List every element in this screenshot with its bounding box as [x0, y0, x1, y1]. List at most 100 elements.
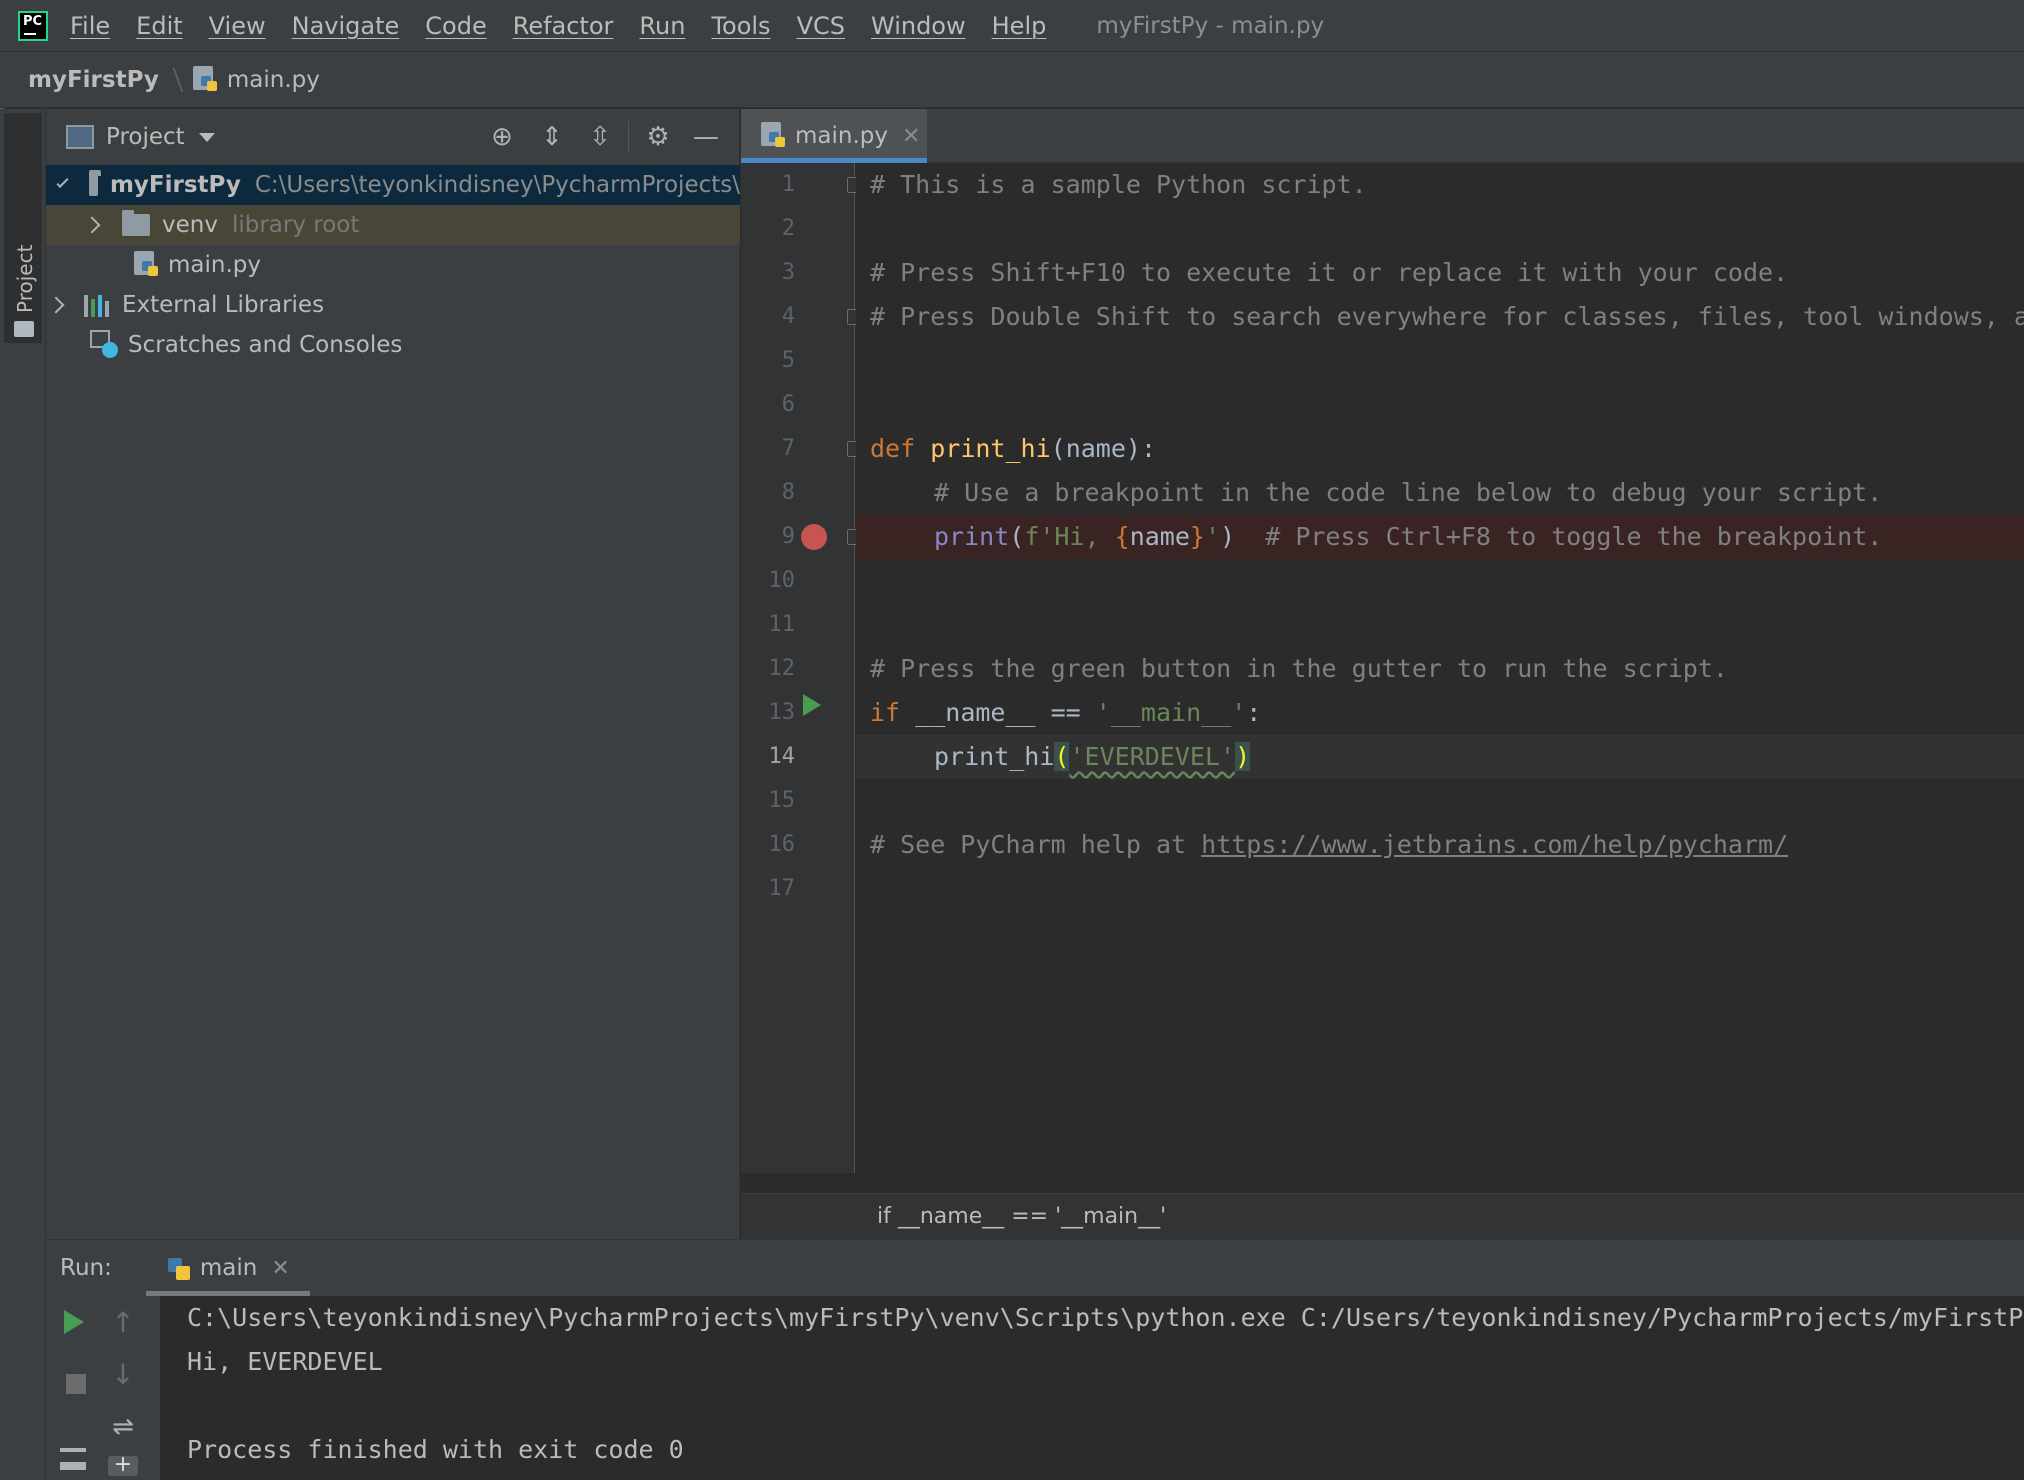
- editor-tab-bar: main.py ✕: [741, 109, 2024, 163]
- code-line-13: if __name__ == '__main__':: [870, 698, 1262, 727]
- menu-navigate[interactable]: Navigate: [292, 12, 400, 40]
- tree-item-label: main.py: [168, 252, 261, 278]
- gear-icon[interactable]: ⚙: [644, 123, 672, 151]
- code-line-16: # See PyCharm help at https://www.jetbra…: [870, 830, 1789, 859]
- code-line-9: print(f'Hi, {name}') # Press Ctrl+F8 to …: [934, 522, 1883, 551]
- breadcrumb-file[interactable]: main.py: [192, 65, 320, 94]
- menu-view[interactable]: View: [209, 12, 266, 40]
- line-number-gutter[interactable]: 1 2 3 4 5 6 7 8 9 10 11 12 13 14 15 16 1…: [741, 163, 861, 1173]
- project-toolbar: Project ⊕ ⇕ ⇳ ⚙ —: [46, 109, 739, 165]
- run-toolbar: ↑ ↓ ⇌ +: [46, 1296, 160, 1480]
- folder-icon: [122, 210, 150, 236]
- console-output[interactable]: C:\Users\teyonkindisney\PycharmProjects\…: [187, 1296, 2024, 1480]
- line-number: 16: [768, 832, 796, 857]
- tree-item-main-py[interactable]: main.py: [46, 245, 740, 285]
- console-line: Hi, EVERDEVEL: [187, 1347, 383, 1376]
- folder-icon: [89, 170, 101, 196]
- tree-item-hint: library root: [231, 212, 360, 238]
- menu-help[interactable]: Help: [992, 12, 1047, 40]
- scratches-icon: [90, 330, 120, 360]
- line-number: 7: [781, 436, 795, 461]
- chevron-right-icon[interactable]: [47, 296, 65, 314]
- menu-vcs[interactable]: VCS: [797, 12, 845, 40]
- breadcrumb-project[interactable]: myFirstPy: [28, 67, 159, 93]
- project-panel: Project ⊕ ⇕ ⇳ ⚙ — myFirstPy C:\Users\tey…: [46, 109, 740, 1345]
- code-line-4: # Press Double Shift to search everywher…: [870, 302, 2024, 331]
- breadcrumb-file-label: main.py: [226, 66, 320, 93]
- project-view-selector[interactable]: Project: [106, 124, 185, 150]
- run-tab-main[interactable]: main ✕: [145, 1240, 310, 1296]
- tree-item-myfirstpy[interactable]: myFirstPy C:\Users\teyonkindisney\Pychar…: [46, 165, 740, 205]
- tree-item-path: C:\Users\teyonkindisney\PycharmProjects\: [254, 172, 740, 198]
- arrow-up-icon[interactable]: ↑: [108, 1308, 138, 1338]
- line-number: 9: [781, 524, 795, 549]
- python-icon: [166, 1254, 192, 1282]
- line-number: 3: [781, 260, 795, 285]
- chevron-down-icon[interactable]: [198, 132, 215, 142]
- breadcrumb: myFirstPy main.py: [0, 52, 2024, 108]
- tree-item-label: myFirstPy: [109, 172, 241, 198]
- menu-refactor[interactable]: Refactor: [513, 12, 614, 40]
- chevron-right-icon[interactable]: [83, 216, 101, 234]
- tree-item-external-libraries[interactable]: External Libraries: [46, 285, 740, 325]
- line-number: 17: [768, 876, 796, 901]
- chevron-down-icon[interactable]: [56, 175, 69, 189]
- run-panel-header: Run: main ✕: [46, 1240, 2024, 1296]
- locate-icon[interactable]: ⊕: [488, 123, 516, 151]
- line-number: 2: [781, 216, 795, 241]
- menu-file[interactable]: File: [70, 12, 110, 40]
- menu-edit[interactable]: Edit: [136, 12, 182, 40]
- code-line-14: print_hi('EVERDEVEL'): [934, 742, 1251, 771]
- stop-icon[interactable]: [66, 1374, 86, 1394]
- code-area[interactable]: # This is a sample Python script. # Pres…: [856, 163, 2024, 1173]
- editor-area: main.py ✕ 1 2 3 4 5 6 7 8 9 10 11 12 13 …: [741, 109, 2024, 1239]
- tree-item-label: Scratches and Consoles: [128, 332, 403, 358]
- tree-item-scratches[interactable]: Scratches and Consoles: [46, 325, 740, 365]
- run-panel: Run: main ✕ ↑ ↓ ⇌ + C:\Users\teyonkindis…: [46, 1239, 2024, 1480]
- menu-bar: PC File Edit View Navigate Code Refactor…: [0, 0, 2024, 52]
- run-panel-label: Run:: [60, 1255, 112, 1281]
- code-line-3: # Press Shift+F10 to execute it or repla…: [870, 258, 1789, 287]
- plus-icon[interactable]: +: [108, 1454, 138, 1476]
- tree-item-venv[interactable]: venv library root: [46, 205, 740, 245]
- line-number-current: 14: [768, 744, 796, 769]
- line-number: 10: [768, 568, 796, 593]
- project-tool-label: Project: [13, 244, 37, 313]
- soft-wrap-icon[interactable]: ⇌: [108, 1412, 138, 1442]
- menu-tools[interactable]: Tools: [711, 12, 770, 40]
- line-number: 12: [768, 656, 796, 681]
- tab-main-py[interactable]: main.py ✕: [741, 109, 927, 163]
- folder-icon: [14, 321, 34, 337]
- line-number: 13: [768, 700, 796, 725]
- layout-icon[interactable]: [60, 1448, 86, 1470]
- breakpoint-icon[interactable]: [801, 524, 827, 550]
- close-icon[interactable]: ✕: [271, 1256, 289, 1281]
- help-link[interactable]: https://www.jetbrains.com/help/pycharm/: [1201, 830, 1788, 859]
- rerun-icon[interactable]: [64, 1310, 84, 1334]
- line-number: 15: [768, 788, 796, 813]
- line-number: 8: [781, 480, 795, 505]
- editor-scope-breadcrumb: if __name__ == '__main__': [741, 1193, 2024, 1239]
- console-line: Process finished with exit code 0: [187, 1435, 684, 1464]
- menu-run[interactable]: Run: [639, 12, 685, 40]
- tree-item-label: External Libraries: [122, 292, 325, 318]
- hide-panel-icon[interactable]: —: [692, 123, 720, 151]
- line-number: 6: [781, 392, 795, 417]
- tree-item-label: venv: [162, 212, 218, 238]
- run-gutter-icon[interactable]: [803, 694, 821, 716]
- project-tool-tab[interactable]: Project: [4, 113, 42, 343]
- collapse-all-icon[interactable]: ⇳: [586, 123, 614, 151]
- line-number: 11: [768, 612, 796, 637]
- code-line-7: def print_hi(name):: [870, 434, 1156, 463]
- arrow-down-icon[interactable]: ↓: [108, 1360, 138, 1390]
- menu-window[interactable]: Window: [871, 12, 966, 40]
- line-number: 1: [781, 172, 795, 197]
- code-line-8: # Use a breakpoint in the code line belo…: [934, 478, 1883, 507]
- scope-breadcrumb-item[interactable]: if __name__ == '__main__': [877, 1204, 1166, 1229]
- close-icon[interactable]: ✕: [902, 124, 920, 149]
- python-file-icon: [761, 122, 787, 150]
- left-tool-strip: Project: [0, 109, 46, 1480]
- menu-code[interactable]: Code: [425, 12, 486, 40]
- libraries-icon: [84, 293, 112, 317]
- expand-all-icon[interactable]: ⇕: [538, 123, 566, 151]
